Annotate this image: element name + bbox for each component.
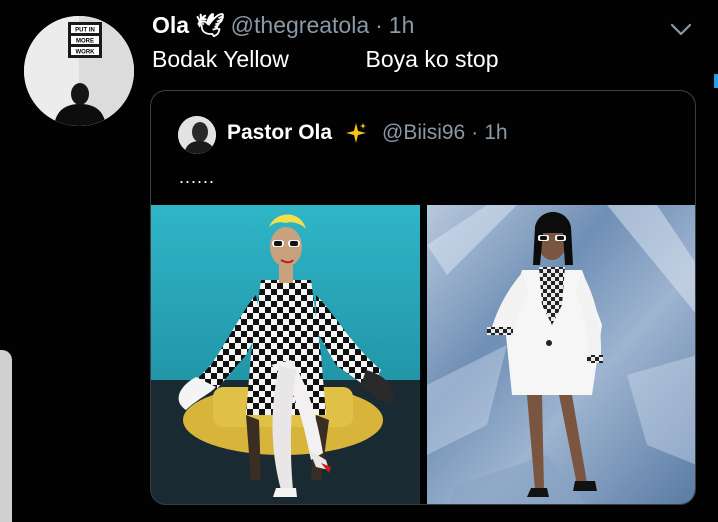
separator-dot: · — [471, 121, 479, 144]
author-handle[interactable]: @thegreatola — [231, 12, 369, 39]
tweet-text: Bodak Yellow Boya ko stop — [152, 46, 499, 72]
chevron-down-icon[interactable] — [668, 16, 694, 42]
tweet-time[interactable]: 1h — [389, 12, 415, 39]
photo-white-blazer — [427, 205, 695, 504]
quoted-tweet-time[interactable]: 1h — [484, 121, 507, 145]
avatar-sign-line2: MORE — [76, 39, 94, 45]
quoted-author-handle[interactable]: @Biisi96 — [382, 121, 465, 145]
quoted-image-right[interactable] — [427, 205, 695, 504]
photo-checkered-outfit — [151, 205, 420, 504]
quoted-image-left[interactable] — [151, 205, 420, 504]
avatar-photo: PUT IN MORE WORK — [24, 16, 134, 126]
quoted-tweet-header: Pastor Ola @Biisi96 · 1h — [227, 121, 508, 145]
avatar[interactable]: PUT IN MORE WORK — [24, 16, 134, 126]
author-name[interactable]: Ola 🕊 — [152, 12, 225, 39]
sparkles-icon — [346, 123, 367, 143]
edge-accent — [714, 74, 718, 88]
tweet-header: Ola 🕊 @thegreatola · 1h — [152, 12, 414, 42]
quoted-avatar-photo — [178, 116, 216, 154]
separator-dot: · — [375, 12, 383, 38]
tweet-view: PUT IN MORE WORK Ola 🕊 @thegreatola · 1h… — [0, 0, 718, 522]
quoted-author-name[interactable]: Pastor Ola — [227, 121, 332, 145]
avatar-sign-line1: PUT IN — [75, 28, 95, 34]
scroll-handle[interactable] — [0, 350, 12, 522]
avatar-sign-line3: WORK — [76, 50, 96, 56]
quoted-tweet-text: ...... — [179, 167, 216, 187]
quoted-tweet-card[interactable]: Pastor Ola @Biisi96 · 1h ...... — [150, 90, 696, 505]
quoted-avatar[interactable] — [178, 116, 216, 154]
